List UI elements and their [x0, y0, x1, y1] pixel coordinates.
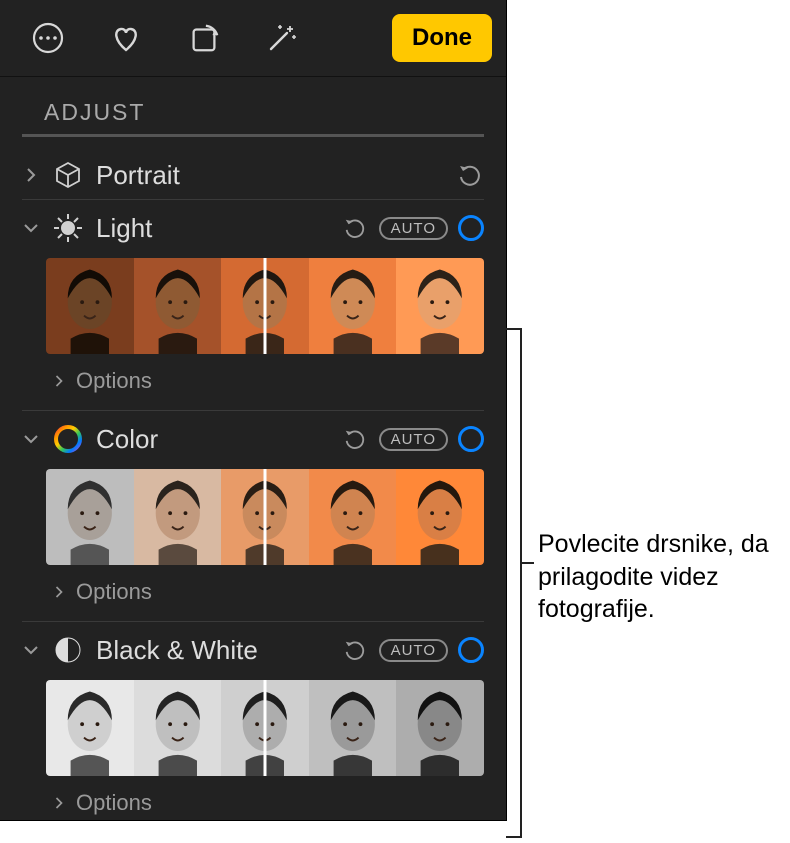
section-bw: Black & White AUTO: [0, 622, 506, 820]
section-portrait: Portrait: [0, 147, 506, 200]
slider-thumbnail: [46, 469, 134, 565]
section-light: Light AUTO: [0, 200, 506, 411]
more-icon[interactable]: [28, 18, 68, 58]
slider-thumbnail: [134, 258, 222, 354]
color-icon: [50, 421, 86, 457]
options-label: Options: [76, 368, 152, 394]
chevron-down-icon[interactable]: [22, 222, 40, 234]
editor-toolbar: Done: [0, 0, 506, 77]
done-button[interactable]: Done: [392, 14, 492, 62]
bw-icon: [50, 632, 86, 668]
status-indicator[interactable]: [458, 637, 484, 663]
color-slider[interactable]: [46, 469, 484, 565]
slider-thumbnail: [46, 258, 134, 354]
slider-cursor[interactable]: [264, 469, 267, 565]
favorite-icon[interactable]: [106, 18, 146, 58]
options-label: Options: [76, 579, 152, 605]
adjust-panel: Done ADJUST Portrait: [0, 0, 507, 821]
slider-thumbnail: [309, 258, 397, 354]
light-title: Light: [96, 213, 152, 244]
chevron-down-icon[interactable]: [22, 644, 40, 656]
options-label: Options: [76, 790, 152, 816]
section-color: Color AUTO: [0, 411, 506, 622]
portrait-title: Portrait: [96, 160, 180, 191]
crop-icon[interactable]: [184, 18, 224, 58]
slider-thumbnail: [396, 469, 484, 565]
enhance-icon[interactable]: [262, 18, 302, 58]
slider-thumbnail: [134, 680, 222, 776]
color-options[interactable]: Options: [22, 571, 484, 615]
slider-thumbnail: [309, 680, 397, 776]
slider-thumbnail: [46, 680, 134, 776]
status-indicator[interactable]: [458, 426, 484, 452]
color-title: Color: [96, 424, 158, 455]
slider-thumbnail: [309, 469, 397, 565]
slider-thumbnail: [396, 258, 484, 354]
chevron-right-icon: [50, 585, 68, 599]
undo-icon[interactable]: [341, 425, 369, 453]
light-options[interactable]: Options: [22, 360, 484, 404]
chevron-right-icon[interactable]: [22, 167, 40, 183]
annotation-text: Povlecite drsnike, da prilagodite videz …: [538, 528, 780, 626]
divider: [22, 134, 484, 137]
bw-slider[interactable]: [46, 680, 484, 776]
bw-title: Black & White: [96, 635, 258, 666]
slider-thumbnail: [396, 680, 484, 776]
adjust-heading: ADJUST: [0, 77, 506, 134]
auto-button[interactable]: AUTO: [379, 428, 448, 451]
undo-icon[interactable]: [341, 214, 369, 242]
undo-icon[interactable]: [456, 161, 484, 189]
chevron-right-icon: [50, 374, 68, 388]
status-indicator[interactable]: [458, 215, 484, 241]
undo-icon[interactable]: [341, 636, 369, 664]
light-slider[interactable]: [46, 258, 484, 354]
slider-cursor[interactable]: [264, 258, 267, 354]
auto-button[interactable]: AUTO: [379, 217, 448, 240]
light-icon: [50, 210, 86, 246]
chevron-down-icon[interactable]: [22, 433, 40, 445]
bw-options[interactable]: Options: [22, 782, 484, 820]
slider-thumbnail: [134, 469, 222, 565]
portrait-icon: [50, 157, 86, 193]
chevron-right-icon: [50, 796, 68, 810]
auto-button[interactable]: AUTO: [379, 639, 448, 662]
slider-cursor[interactable]: [264, 680, 267, 776]
